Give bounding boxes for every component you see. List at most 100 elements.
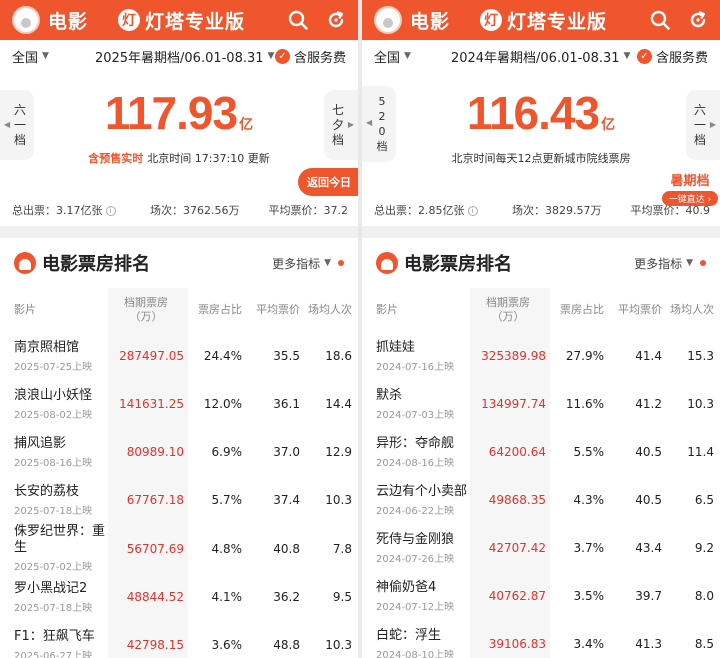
- share-cell: 3.4%: [573, 637, 605, 651]
- film-name: 捕风追影: [14, 435, 67, 451]
- share-cell: 3.6%: [211, 638, 243, 652]
- audience-cell: 10.3: [687, 397, 714, 411]
- table-row[interactable]: 长安的荔枝 2025-07-18上映 67767.18 5.7% 37.4 10.3: [0, 476, 358, 524]
- col-film[interactable]: 影片: [362, 288, 470, 332]
- share-cell: 11.6%: [565, 397, 604, 411]
- film-cell: 白蛇：浮生 2024-08-10上映: [362, 620, 470, 658]
- table-row[interactable]: 白蛇：浮生 2024-08-10上映 39106.83 3.4% 41.3 8.5: [362, 620, 720, 658]
- table-row[interactable]: 侏罗纪世界：重生 2025-07-02上映 56707.69 4.8% 40.8 7.8: [0, 524, 358, 573]
- info-icon[interactable]: i: [467, 206, 478, 216]
- box-office-unit: 亿: [601, 117, 616, 133]
- table-row[interactable]: 罗小黑战记2 2025-07-18上映 48844.52 4.1% 36.2 9.5: [0, 573, 358, 621]
- refresh-icon[interactable]: [322, 6, 350, 34]
- audience-cell: 11.4: [687, 445, 714, 459]
- avg-price-cell: 41.4: [635, 349, 662, 363]
- table-row[interactable]: 死侍与金刚狼 2024-07-26上映 42707.42 3.7% 43.4 9.2: [362, 524, 720, 572]
- notification-dot: [700, 260, 706, 266]
- table-row[interactable]: 默杀 2024-07-03上映 134997.74 11.6% 41.2 10.3: [362, 380, 720, 428]
- chevron-down-icon: ▼: [42, 51, 49, 61]
- share-cell: 4.3%: [573, 493, 605, 507]
- update-note: 北京时间每天12点更新城市院线票房: [451, 152, 631, 165]
- chevron-right-icon: ▶: [709, 120, 716, 129]
- col-share[interactable]: 票房占比: [550, 288, 608, 332]
- refresh-icon[interactable]: [684, 6, 712, 34]
- audience-cell: 9.2: [694, 541, 714, 555]
- stats-row: 总出票：3.17亿张 i 场次：3762.56万 平均票价：37.2: [0, 194, 358, 226]
- col-gross[interactable]: 档期票房 （万）: [108, 288, 188, 332]
- box-office-value: 117.93: [104, 87, 238, 139]
- admissions-text: 总出票：3.17亿张: [12, 204, 103, 217]
- col-audience[interactable]: 场均人次: [666, 288, 720, 332]
- table-row[interactable]: F1：狂飙飞车 2025-06-27上映 42798.15 3.6% 48.8 10.3: [0, 621, 358, 658]
- film-name: 长安的荔枝: [14, 483, 80, 499]
- table-row[interactable]: 捕风追影 2025-08-16上映 80989.10 6.9% 37.0 12.9: [0, 428, 358, 476]
- table-row[interactable]: 浪浪山小妖怪 2025-08-02上映 141631.25 12.0% 36.1 14.4: [0, 380, 358, 428]
- total-box-office: 116.43 亿: [362, 86, 720, 140]
- avg-price-cell: 36.1: [273, 397, 300, 411]
- film-name: 浪浪山小妖怪: [14, 387, 93, 403]
- release-date: 2025-07-18上映: [14, 602, 93, 614]
- share-cell: 5.5%: [573, 445, 605, 459]
- share-cell: 3.5%: [573, 589, 605, 603]
- share-cell: 4.8%: [211, 541, 243, 556]
- ranking-logo-icon: [14, 252, 36, 274]
- film-cell: 默杀 2024-07-03上映: [362, 380, 470, 428]
- search-icon[interactable]: [646, 6, 674, 34]
- avatar[interactable]: [12, 6, 40, 34]
- gross-cell: 48844.52: [108, 573, 188, 621]
- gross-cell: 67767.18: [108, 476, 188, 524]
- share-cell: 24.4%: [203, 349, 242, 363]
- admissions-stat: 总出票：2.85亿张 i: [374, 202, 512, 218]
- service-fee-toggle[interactable]: ✓ 含服务费: [274, 47, 346, 66]
- section-divider: [362, 226, 720, 238]
- chevron-down-icon: ▼: [267, 51, 275, 61]
- gross-cell: 56707.69: [108, 524, 188, 573]
- summer-promo-badge[interactable]: 暑期档 一键直达 ›: [662, 170, 718, 206]
- gross-cell: 141631.25: [108, 380, 188, 428]
- avatar[interactable]: [374, 6, 402, 34]
- app-header: 电影 灯 灯塔专业版: [362, 0, 720, 40]
- col-price[interactable]: 平均票价: [246, 288, 304, 332]
- cta-label: 返回今日: [307, 176, 351, 189]
- region-select[interactable]: 全国 ▼: [12, 47, 49, 66]
- tab-char: 一: [693, 117, 706, 132]
- col-price[interactable]: 平均票价: [608, 288, 666, 332]
- brand-name: 灯塔专业版: [507, 10, 608, 33]
- table-row[interactable]: 南京照相馆 2025-07-25上映 287497.05 24.4% 35.5 18.6: [0, 332, 358, 380]
- table-row[interactable]: 抓娃娃 2024-07-16上映 325389.98 27.9% 41.4 15.3: [362, 332, 720, 380]
- back-to-today-button[interactable]: 返回今日: [298, 168, 358, 196]
- gross-cell: 287497.05: [108, 332, 188, 380]
- col-gross[interactable]: 档期票房 （万）: [470, 288, 550, 332]
- notification-dot: [338, 260, 344, 266]
- search-icon[interactable]: [284, 6, 312, 34]
- app-header: 电影 灯 灯塔专业版: [0, 0, 358, 40]
- release-date: 2024-07-12上映: [376, 601, 455, 613]
- brand-logo-icon: 灯: [480, 9, 503, 31]
- release-date: 2024-07-03上映: [376, 409, 455, 421]
- more-metrics-button[interactable]: 更多指标 ▼: [634, 255, 706, 272]
- col-audience[interactable]: 场均人次: [304, 288, 358, 332]
- fee-label: 含服务费: [293, 50, 346, 66]
- tab-char: 夕: [331, 117, 344, 132]
- audience-cell: 8.5: [694, 637, 714, 651]
- release-date: 2025-07-02上映: [14, 562, 93, 573]
- period-select[interactable]: 2025年暑期档/06.01-08.31 ▼: [95, 47, 275, 66]
- region-select[interactable]: 全国 ▼: [374, 47, 411, 66]
- film-name: 异形：夺命舰: [376, 435, 455, 451]
- service-fee-toggle[interactable]: ✓ 含服务费: [636, 47, 708, 66]
- table-row[interactable]: 异形：夺命舰 2024-08-16上映 64200.64 5.5% 40.5 11.4: [362, 428, 720, 476]
- avg-price-stat: 平均票价：37.2: [268, 204, 349, 217]
- period-select[interactable]: 2024年暑期档/06.01-08.31 ▼: [451, 47, 631, 66]
- share-cell: 4.1%: [211, 590, 243, 604]
- audience-cell: 18.6: [325, 349, 352, 363]
- table-row[interactable]: 神偷奶爸4 2024-07-12上映 40762.87 3.5% 39.7 8.0: [362, 572, 720, 620]
- col-share[interactable]: 票房占比: [188, 288, 246, 332]
- app-name: 电影: [48, 10, 89, 33]
- tab-char: 七: [331, 102, 344, 117]
- col-film[interactable]: 影片: [0, 288, 108, 332]
- info-icon[interactable]: i: [105, 206, 116, 216]
- table-row[interactable]: 云边有个小卖部 2024-06-22上映 49868.35 4.3% 40.5 6.5: [362, 476, 720, 524]
- presale-label: 含预售实时: [88, 152, 144, 165]
- more-metrics-button[interactable]: 更多指标 ▼: [272, 255, 344, 272]
- avg-price-cell: 43.4: [635, 541, 662, 555]
